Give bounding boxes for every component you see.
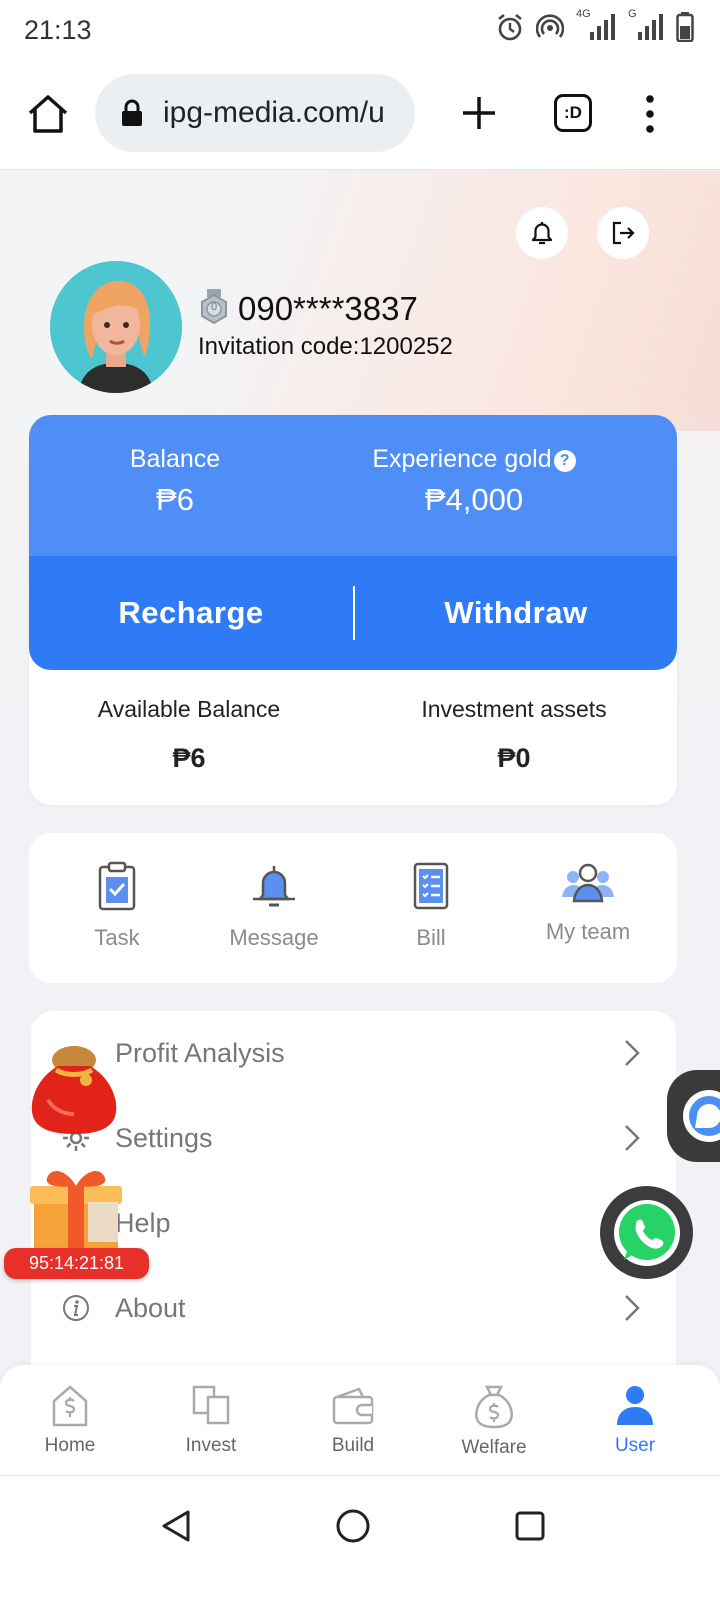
chevron-right-icon [625,1040,640,1066]
clipboard-check-icon [98,861,136,911]
quick-action-message[interactable]: Message [199,861,349,951]
info-icon [63,1295,89,1321]
browser-toolbar: ipg-media.com/u :D [0,62,720,170]
nav-label: User [614,1435,656,1456]
balance-section: Balance ₱6 [77,445,273,518]
money-bag-icon [475,1385,513,1429]
menu-item-label: About [115,1292,186,1323]
nav-user[interactable]: User [580,1383,690,1457]
home-dollar-icon [52,1385,88,1427]
avatar[interactable] [50,261,182,393]
url-text: ipg-media.com/u [163,96,385,129]
signal-4g-icon: 4G [576,8,616,42]
more-menu-icon[interactable] [640,94,660,134]
bottom-navigation: Home Invest Build Welfare User [0,1365,720,1475]
withdraw-button[interactable]: Withdraw [355,556,677,670]
user-info: 0 090****3837 Invitation code:1200252 [198,289,453,361]
level-number: 0 [210,301,218,313]
quick-action-label: Message [229,925,319,950]
quick-action-bill[interactable]: Bill [356,861,506,951]
url-bar[interactable]: ipg-media.com/u [95,74,415,152]
lock-icon [122,99,142,126]
investment-assets-section: Investment assets ₱0 [394,696,634,774]
menu-item-label: Profit Analysis [115,1037,285,1068]
quick-action-label: Bill [416,925,446,950]
quick-action-label: My team [545,919,631,944]
experience-gold-value: ₱4,000 [424,482,524,517]
menu-item-label: Settings [115,1122,213,1153]
tab-switcher-button[interactable]: :D [554,94,592,132]
nav-invest[interactable]: Invest [156,1383,266,1457]
status-icons: 4G G [496,8,694,42]
system-navigation-bar [0,1475,720,1600]
investment-assets-value: ₱0 [497,743,531,773]
gift-box-icon[interactable] [28,1162,124,1254]
customer-service-button[interactable] [667,1070,720,1162]
chevron-right-icon [625,1295,640,1321]
home-circle-icon[interactable] [333,1506,373,1546]
balance-label: Balance [129,445,221,473]
nav-label: Welfare [461,1437,527,1458]
avatar-illustration [50,261,182,393]
balance-details: Available Balance ₱6 Investment assets ₱… [29,670,677,805]
nav-home[interactable]: Home [15,1383,125,1457]
menu-item-profit-analysis[interactable]: Profit Analysis [31,1011,676,1095]
logout-icon [612,221,635,245]
alarm-icon [498,13,522,41]
available-balance-section: Available Balance ₱6 [69,696,309,774]
balance-summary: Balance ₱6 Experience gold? ₱4,000 [29,415,677,556]
status-bar: 21:13 4G G [0,0,720,62]
balance-card: Balance ₱6 Experience gold? ₱4,000 Recha… [29,415,677,805]
experience-gold-label: Experience gold [372,445,552,473]
hotspot-icon [536,14,564,38]
signal-g-icon: G [628,8,664,42]
back-icon[interactable] [156,1506,196,1546]
experience-gold-section: Experience gold? ₱4,000 [354,445,594,518]
nav-label: Home [44,1435,96,1456]
status-time: 21:13 [24,15,92,45]
nav-build[interactable]: Build [298,1383,408,1457]
quick-action-task[interactable]: Task [42,861,192,951]
available-balance-label: Available Balance [97,696,281,722]
lucky-bag-icon[interactable] [28,1040,120,1136]
bell-icon [253,866,295,907]
bell-outline-icon [531,222,553,245]
quick-action-my-team[interactable]: My team [513,861,663,945]
available-balance-value: ₱6 [172,743,206,773]
chevron-right-icon [625,1125,640,1151]
balance-actions: Recharge Withdraw [29,556,677,670]
menu-item-settings[interactable]: Settings [31,1096,676,1180]
investment-assets-label: Investment assets [421,696,607,722]
list-document-icon [413,862,449,910]
recents-icon[interactable] [510,1506,550,1546]
countdown-timer: 95:14:21:81 [4,1248,149,1279]
user-icon [617,1386,653,1425]
browser-home-icon[interactable] [26,92,70,136]
invitation-code: Invitation code:1200252 [198,333,453,360]
battery-icon [676,12,694,42]
whatsapp-icon [613,1199,680,1266]
experience-help-icon[interactable]: ? [553,450,576,472]
network-label-g: G [628,8,637,20]
nav-label: Invest [185,1435,237,1456]
quick-actions: Task Message Bill My team [29,833,677,983]
new-tab-icon[interactable] [460,94,498,132]
balance-value: ₱6 [156,482,194,517]
team-icon [562,863,614,903]
network-label-4g: 4G [576,8,591,20]
recharge-button[interactable]: Recharge [29,556,353,670]
invest-icon [192,1385,230,1425]
wallet-icon [332,1387,374,1425]
quick-action-label: Task [94,925,140,950]
chat-bubble-icon [683,1090,720,1142]
nav-label: Build [331,1435,375,1456]
whatsapp-button[interactable] [600,1186,693,1279]
phone-number: 090****3837 [238,290,418,327]
nav-welfare[interactable]: Welfare [439,1383,549,1459]
notification-button[interactable] [516,207,568,259]
logout-button[interactable] [597,207,649,259]
